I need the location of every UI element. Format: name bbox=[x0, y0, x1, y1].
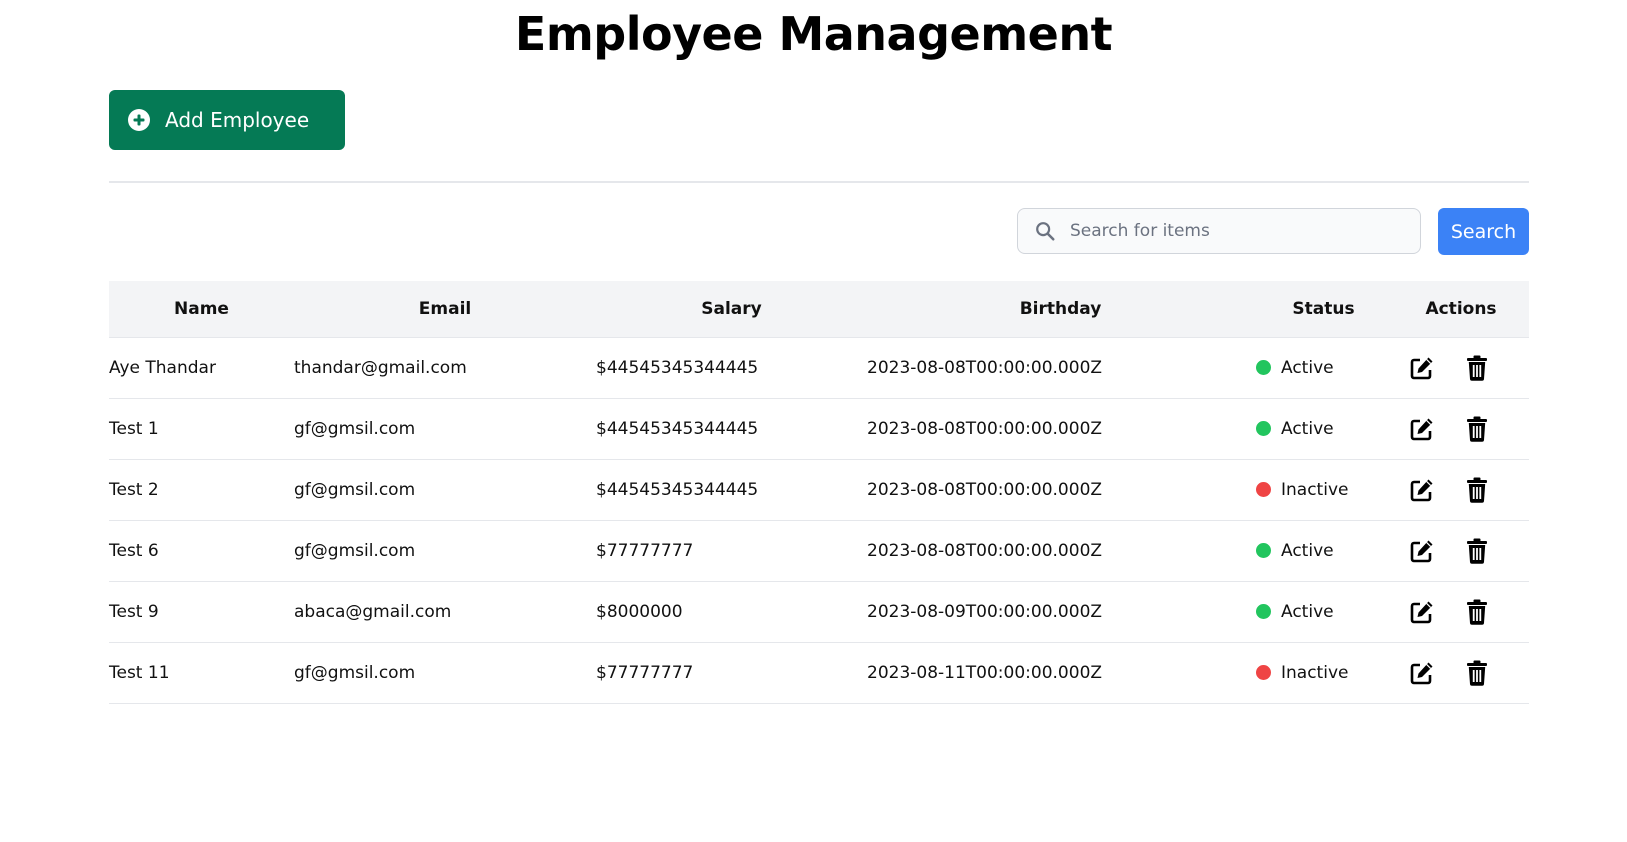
row-actions bbox=[1393, 520, 1529, 581]
employee-email: thandar@gmail.com bbox=[294, 357, 467, 378]
edit-icon[interactable] bbox=[1409, 477, 1435, 503]
status-label: Active bbox=[1281, 357, 1334, 378]
divider bbox=[109, 181, 1529, 183]
status-dot bbox=[1256, 421, 1271, 436]
table-row: Test 2 gf@gmsil.com $44545345344445 2023… bbox=[109, 459, 1529, 520]
trash-icon[interactable] bbox=[1466, 355, 1488, 381]
trash-icon[interactable] bbox=[1466, 660, 1488, 686]
employee-name: Test 11 bbox=[109, 662, 170, 683]
trash-icon[interactable] bbox=[1466, 599, 1488, 625]
employee-birthday: 2023-08-11T00:00:00.000Z bbox=[867, 662, 1103, 683]
column-header-name: Name bbox=[174, 298, 229, 319]
employee-birthday: 2023-08-08T00:00:00.000Z bbox=[867, 540, 1103, 561]
employee-birthday: 2023-08-08T00:00:00.000Z bbox=[867, 479, 1103, 500]
column-header-birthday: Birthday bbox=[1019, 298, 1102, 319]
search-input[interactable] bbox=[1068, 220, 1412, 242]
page-title: Employee Management bbox=[514, 7, 1113, 61]
employee-salary: $44545345344445 bbox=[596, 357, 759, 378]
employee-name: Test 1 bbox=[109, 418, 159, 439]
trash-icon[interactable] bbox=[1466, 416, 1488, 442]
status-dot bbox=[1256, 604, 1271, 619]
table-header-row: Name Email Salary Birthday Status Action… bbox=[109, 281, 1529, 337]
employee-birthday: 2023-08-08T00:00:00.000Z bbox=[867, 418, 1103, 439]
employee-salary: $8000000 bbox=[596, 601, 683, 622]
add-employee-button[interactable]: Add Employee bbox=[109, 90, 345, 150]
row-actions bbox=[1393, 642, 1529, 703]
row-actions bbox=[1393, 398, 1529, 459]
edit-icon[interactable] bbox=[1409, 599, 1435, 625]
column-header-status: Status bbox=[1292, 298, 1355, 319]
search-icon bbox=[1034, 220, 1056, 242]
employee-name: Test 6 bbox=[109, 540, 159, 561]
employee-status: Active bbox=[1254, 581, 1393, 642]
employee-salary: $44545345344445 bbox=[596, 479, 759, 500]
column-header-actions: Actions bbox=[1425, 298, 1497, 319]
edit-icon[interactable] bbox=[1409, 660, 1435, 686]
status-label: Inactive bbox=[1281, 662, 1349, 683]
column-header-salary: Salary bbox=[701, 298, 762, 319]
row-actions bbox=[1393, 581, 1529, 642]
employee-email: abaca@gmail.com bbox=[294, 601, 452, 622]
employee-email: gf@gmsil.com bbox=[294, 418, 416, 439]
employee-birthday: 2023-08-09T00:00:00.000Z bbox=[867, 601, 1103, 622]
employee-name: Aye Thandar bbox=[109, 357, 216, 378]
table-row: Test 6 gf@gmsil.com $77777777 2023-08-08… bbox=[109, 520, 1529, 581]
status-dot bbox=[1256, 482, 1271, 497]
employee-email: gf@gmsil.com bbox=[294, 479, 416, 500]
employee-name: Test 9 bbox=[109, 601, 159, 622]
search-button[interactable]: Search bbox=[1438, 208, 1529, 255]
status-label: Active bbox=[1281, 418, 1334, 439]
employee-birthday: 2023-08-08T00:00:00.000Z bbox=[867, 357, 1103, 378]
status-label: Inactive bbox=[1281, 479, 1349, 500]
search-field[interactable] bbox=[1017, 208, 1421, 254]
employee-status: Active bbox=[1254, 337, 1393, 398]
status-dot bbox=[1256, 543, 1271, 558]
row-actions bbox=[1393, 459, 1529, 520]
edit-icon[interactable] bbox=[1409, 538, 1435, 564]
employee-status: Inactive bbox=[1254, 642, 1393, 703]
column-header-email: Email bbox=[418, 298, 472, 319]
employee-salary: $77777777 bbox=[596, 540, 694, 561]
trash-icon[interactable] bbox=[1466, 477, 1488, 503]
employee-status: Active bbox=[1254, 398, 1393, 459]
employee-management-page: Employee Management Add Employee Search bbox=[0, 0, 1627, 842]
table-row: Aye Thandar thandar@gmail.com $445453453… bbox=[109, 337, 1529, 398]
status-label: Active bbox=[1281, 540, 1334, 561]
edit-icon[interactable] bbox=[1409, 355, 1435, 381]
table-row: Test 1 gf@gmsil.com $44545345344445 2023… bbox=[109, 398, 1529, 459]
employee-salary: $77777777 bbox=[596, 662, 694, 683]
row-actions bbox=[1393, 337, 1529, 398]
employee-status: Active bbox=[1254, 520, 1393, 581]
status-dot bbox=[1256, 665, 1271, 680]
employee-status: Inactive bbox=[1254, 459, 1393, 520]
status-label: Active bbox=[1281, 601, 1334, 622]
employee-email: gf@gmsil.com bbox=[294, 540, 416, 561]
status-dot bbox=[1256, 360, 1271, 375]
trash-icon[interactable] bbox=[1466, 538, 1488, 564]
add-employee-label: Add Employee bbox=[165, 108, 310, 132]
employee-email: gf@gmsil.com bbox=[294, 662, 416, 683]
employee-name: Test 2 bbox=[109, 479, 159, 500]
employee-table: Name Email Salary Birthday Status Action… bbox=[109, 281, 1529, 704]
table-row: Test 9 abaca@gmail.com $8000000 2023-08-… bbox=[109, 581, 1529, 642]
edit-icon[interactable] bbox=[1409, 416, 1435, 442]
employee-salary: $44545345344445 bbox=[596, 418, 759, 439]
table-row: Test 11 gf@gmsil.com $77777777 2023-08-1… bbox=[109, 642, 1529, 703]
plus-circle-icon bbox=[127, 108, 151, 132]
